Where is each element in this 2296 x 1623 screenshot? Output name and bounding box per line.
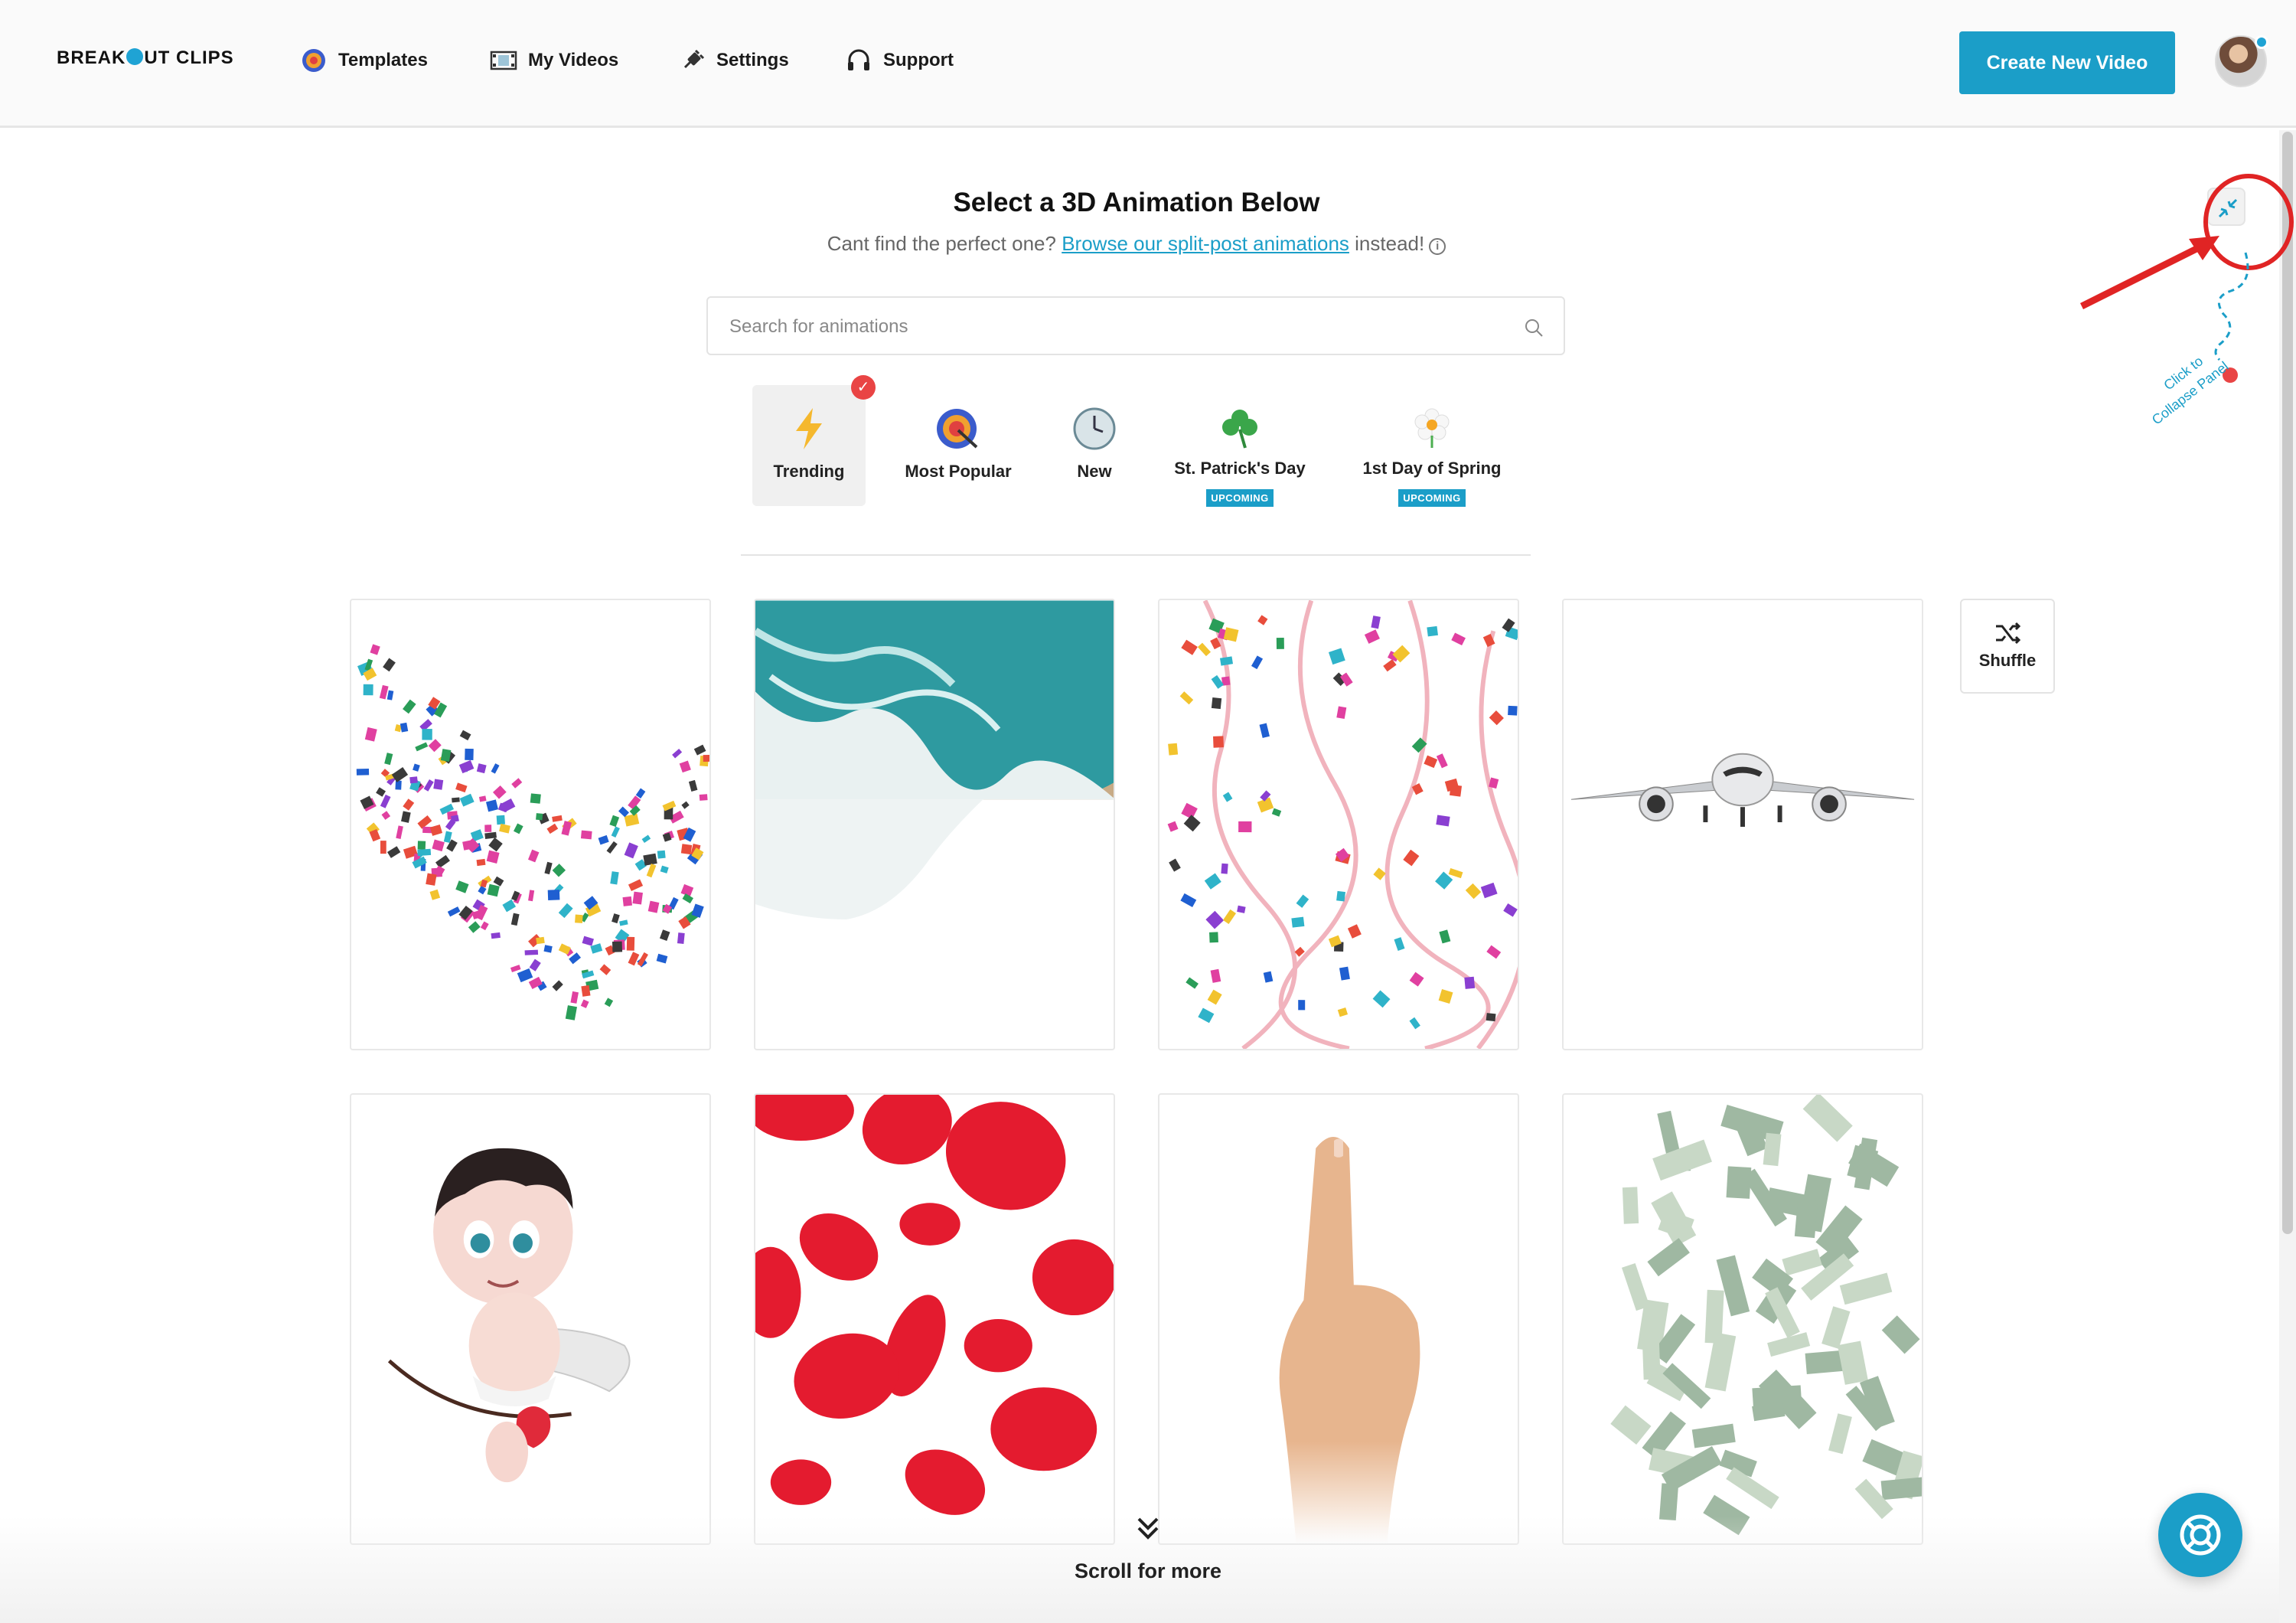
animation-card-ocean-waves[interactable] [754, 599, 1115, 1050]
shuffle-button[interactable]: Shuffle [1960, 599, 2055, 694]
animation-card-cupid[interactable] [350, 1093, 711, 1545]
nav-label: Support [883, 50, 954, 70]
film-icon [490, 47, 517, 74]
upcoming-badge: UPCOMING [1206, 489, 1274, 507]
headphones-icon [845, 47, 872, 74]
page-title: Select a 3D Animation Below [953, 188, 1320, 217]
scroll-more-label: Scroll for more [1074, 1559, 1222, 1582]
collapse-arrows-icon [2218, 198, 2238, 218]
notification-dot [2255, 35, 2268, 49]
scrollbar-thumb[interactable] [2282, 132, 2293, 1234]
nav-support[interactable]: Support [845, 43, 954, 78]
target-icon [300, 47, 328, 74]
nav-settings[interactable]: Settings [678, 43, 789, 78]
tab-label: St. Patrick's Day [1174, 459, 1306, 478]
tab-label: Most Popular [905, 462, 1012, 481]
target-icon [934, 405, 982, 452]
nav-label: Settings [716, 50, 789, 70]
animation-card-confetti-burst[interactable] [350, 599, 711, 1050]
info-icon[interactable]: i [1429, 238, 1446, 255]
tab-first-day-of-spring[interactable]: 1st Day of Spring UPCOMING [1355, 385, 1509, 507]
rose-petals-preview [755, 1095, 1114, 1515]
create-new-video-button[interactable]: Create New Video [1959, 31, 2175, 94]
animation-search [706, 296, 1565, 355]
tab-label: 1st Day of Spring [1362, 459, 1502, 478]
help-button[interactable] [2158, 1493, 2242, 1577]
collapse-annotation-text: Click to Collapse Panel [2135, 341, 2232, 429]
flower-icon [1408, 405, 1456, 449]
brand-logo[interactable]: BREAK UT CLIPS [57, 47, 234, 69]
animation-card-confetti-streamers[interactable] [1158, 599, 1519, 1050]
tab-most-popular[interactable]: Most Popular [895, 385, 1021, 506]
selected-check-icon: ✓ [851, 375, 876, 400]
animation-card-rose-petals[interactable] [754, 1093, 1115, 1545]
money-rain-preview [1610, 1095, 1922, 1536]
search-input[interactable] [729, 312, 1495, 342]
nav-my-videos[interactable]: My Videos [490, 43, 618, 78]
page-subtitle: Cant find the perfect one? Browse our sp… [0, 232, 2273, 256]
split-post-link[interactable]: Browse our split-post animations [1062, 232, 1349, 255]
tab-label: Trending [773, 462, 845, 481]
nav-templates[interactable]: Templates [300, 43, 428, 78]
scroll-for-more[interactable]: Scroll for more [995, 1513, 1301, 1583]
plug-icon [678, 47, 706, 74]
tab-st-patricks-day[interactable]: St. Patrick's Day UPCOMING [1165, 385, 1315, 507]
shuffle-label: Shuffle [1978, 651, 2037, 670]
ocean-waves-preview [755, 600, 1114, 919]
tab-label: New [1077, 462, 1112, 481]
lightning-icon [785, 405, 833, 452]
tab-new[interactable]: New [1056, 385, 1133, 506]
shuffle-icon [1996, 622, 2020, 645]
upcoming-badge: UPCOMING [1398, 489, 1466, 507]
double-chevron-down-icon [1137, 1517, 1159, 1540]
animation-card-airplane[interactable] [1562, 599, 1923, 1050]
nav-label: My Videos [528, 50, 619, 70]
search-icon[interactable] [1524, 318, 1544, 338]
animation-card-pointing-finger[interactable] [1158, 1093, 1519, 1545]
top-header: BREAK UT CLIPS Templates My Videos Settin… [0, 0, 2296, 128]
animation-card-money-rain[interactable] [1562, 1093, 1923, 1545]
lifebuoy-icon [2180, 1514, 2221, 1556]
confetti-burst-preview [356, 644, 709, 1020]
confetti-streamers-preview [1167, 600, 1518, 1049]
collapse-panel-button[interactable] [2207, 188, 2245, 226]
shamrock-icon [1216, 405, 1264, 449]
pointing-finger-preview [1279, 1137, 1420, 1543]
cupid-preview [387, 1148, 631, 1483]
subtitle-suffix: instead! [1349, 232, 1425, 255]
tab-trending[interactable]: Trending [752, 385, 866, 506]
clock-icon [1071, 405, 1118, 452]
subtitle-prefix: Cant find the perfect one? [827, 232, 1062, 255]
nav-label: Templates [338, 50, 428, 70]
airplane-preview [1570, 753, 1915, 827]
divider [741, 554, 1531, 556]
